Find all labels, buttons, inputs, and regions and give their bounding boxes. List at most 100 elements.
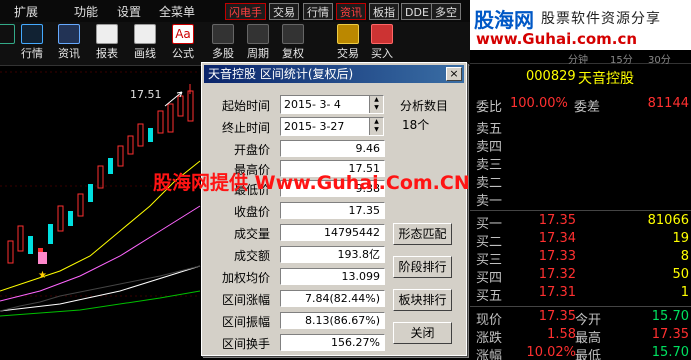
partial-icon: [0, 24, 15, 44]
menu-function[interactable]: 功能: [74, 3, 98, 20]
buy-volume: 1: [680, 285, 689, 300]
buy-price: 17.34: [538, 231, 576, 246]
toolbar-trade-label: 交易: [337, 47, 359, 60]
toolbar-period-button[interactable]: 周期: [240, 24, 276, 61]
quote-value: 10.02%: [526, 345, 576, 360]
buy-volume: 50: [672, 267, 689, 282]
weibi-row: 委比 100.00% 委差 81144: [470, 96, 691, 115]
field-label: 区间振幅: [222, 315, 271, 329]
tab-minute[interactable]: 分钟: [568, 51, 588, 66]
toolbar-buy-button[interactable]: 买入: [364, 24, 400, 61]
menu-settings[interactable]: 设置: [117, 3, 141, 20]
field-value: 9.46: [280, 140, 385, 157]
start-time-picker[interactable]: 2015- 3- 4 ▲ ▼: [280, 95, 384, 114]
dialog-title: 天音控股 区间统计(复权后): [208, 67, 354, 81]
field-label: 区间换手: [222, 337, 271, 351]
stage-rank-button[interactable]: 阶段排行: [393, 256, 452, 278]
menu-extend[interactable]: 扩展: [14, 3, 38, 20]
quote-value-2: 15.70: [651, 309, 689, 324]
toolbar: 行情 资讯 报表 画线 Aa 公式 多股 周期 复权 交易 买入: [0, 22, 470, 66]
candle: [127, 135, 134, 155]
quote-value-2: 15.70: [651, 345, 689, 360]
toggle-trade[interactable]: 交易: [269, 3, 299, 20]
candle: [187, 90, 194, 122]
field-value: 14795442: [280, 224, 385, 241]
buy-price: 17.33: [538, 249, 576, 264]
toggle-news[interactable]: 资讯: [336, 3, 366, 20]
buy-row: 买二 17.34 19: [470, 231, 691, 250]
buy-volume: 8: [680, 249, 689, 264]
toolbar-report-button[interactable]: 报表: [89, 24, 125, 61]
end-time-value: 2015- 3-27: [284, 120, 345, 133]
marker-star: ★: [38, 270, 47, 281]
toolbar-formula-button[interactable]: Aa 公式: [165, 24, 201, 61]
range-stats-dialog: 天音控股 区间统计(复权后) × 起始时间 2015- 3- 4 ▲ ▼ 分析数目 …: [201, 62, 467, 356]
close-button[interactable]: 关闭: [393, 322, 452, 344]
weibi-value: 100.00%: [510, 96, 568, 111]
weicha-label: 委差: [574, 100, 601, 115]
field-value: 17.35: [280, 202, 385, 219]
spin-icon[interactable]: ▲ ▼: [369, 118, 383, 135]
candle: [137, 123, 144, 147]
news-icon: [58, 24, 80, 44]
sector-rank-button[interactable]: 板块排行: [393, 289, 452, 311]
menu-all[interactable]: 全菜单: [159, 3, 195, 20]
toggle-longshort[interactable]: 多空: [431, 3, 461, 20]
high-price-label: 17.51: [130, 88, 162, 101]
candle: [57, 205, 64, 232]
toggle-quote[interactable]: 行情: [303, 3, 333, 20]
toolbar-quote-button[interactable]: 行情: [14, 24, 50, 61]
buy-label: 买二: [476, 235, 503, 250]
sell-label: 卖三: [476, 158, 503, 173]
toggle-dde[interactable]: DDE: [401, 3, 433, 20]
pattern-match-button[interactable]: 形态匹配: [393, 223, 452, 245]
count-label: 分析数目: [400, 99, 449, 113]
toggle-flash[interactable]: 闪电手: [225, 3, 266, 20]
candle: [17, 225, 24, 252]
end-time-picker[interactable]: 2015- 3-27 ▲ ▼: [280, 117, 384, 136]
close-icon[interactable]: ×: [446, 67, 462, 81]
buy-price: 17.35: [538, 213, 576, 228]
sell-row: 卖四: [470, 136, 691, 155]
volume-baseline: [0, 265, 201, 312]
toolbar-report-label: 报表: [96, 47, 118, 60]
candle: [7, 240, 14, 264]
menu-bar: 扩展 功能 设置 全菜单 闪电手 交易 行情 资讯 板指 DDE 多空: [0, 0, 470, 22]
buy-label: 买一: [476, 217, 503, 232]
candle: [68, 211, 73, 226]
candle: [97, 165, 104, 189]
field-label: 成交额: [234, 249, 271, 263]
candle: [148, 128, 153, 142]
field-value: 8.13(86.67%): [280, 312, 385, 329]
toolbar-trade-button[interactable]: 交易: [330, 24, 366, 61]
weibi-label: 委比: [476, 100, 503, 115]
count-value: 18个: [402, 118, 430, 132]
candle: [157, 110, 164, 134]
toolbar-multistock-label: 多股: [212, 47, 234, 60]
toggle-board-index[interactable]: 板指: [369, 3, 399, 20]
field-label: 收盘价: [234, 205, 271, 219]
divider: [470, 306, 691, 307]
toolbar-draw-button[interactable]: 画线: [127, 24, 163, 61]
toolbar-news-button[interactable]: 资讯: [51, 24, 87, 61]
formula-icon: Aa: [172, 24, 194, 44]
toolbar-multistock-button[interactable]: 多股: [205, 24, 241, 61]
spin-icon[interactable]: ▲ ▼: [369, 96, 383, 113]
buy-label: 买五: [476, 289, 503, 304]
sell-label: 卖二: [476, 176, 503, 191]
quote-panel: 分钟 15分 30分 000829 天音控股 委比 100.00% 委差 811…: [470, 50, 691, 360]
divider: [470, 210, 691, 211]
adjust-icon: [282, 24, 304, 44]
toolbar-adjust-button[interactable]: 复权: [275, 24, 311, 61]
field-label: 区间涨幅: [222, 293, 271, 307]
tab-15min[interactable]: 15分: [610, 51, 633, 66]
buy-row: 买五 17.31 1: [470, 285, 691, 304]
buy-icon: [371, 24, 393, 44]
quote-value: 1.58: [547, 327, 576, 342]
dialog-titlebar[interactable]: 天音控股 区间统计(复权后) ×: [204, 65, 464, 83]
buy-volume: 81066: [647, 213, 689, 228]
candle: [177, 95, 184, 117]
sell-label: 卖四: [476, 140, 503, 155]
tab-30min[interactable]: 30分: [648, 51, 671, 66]
candle: [48, 224, 53, 244]
